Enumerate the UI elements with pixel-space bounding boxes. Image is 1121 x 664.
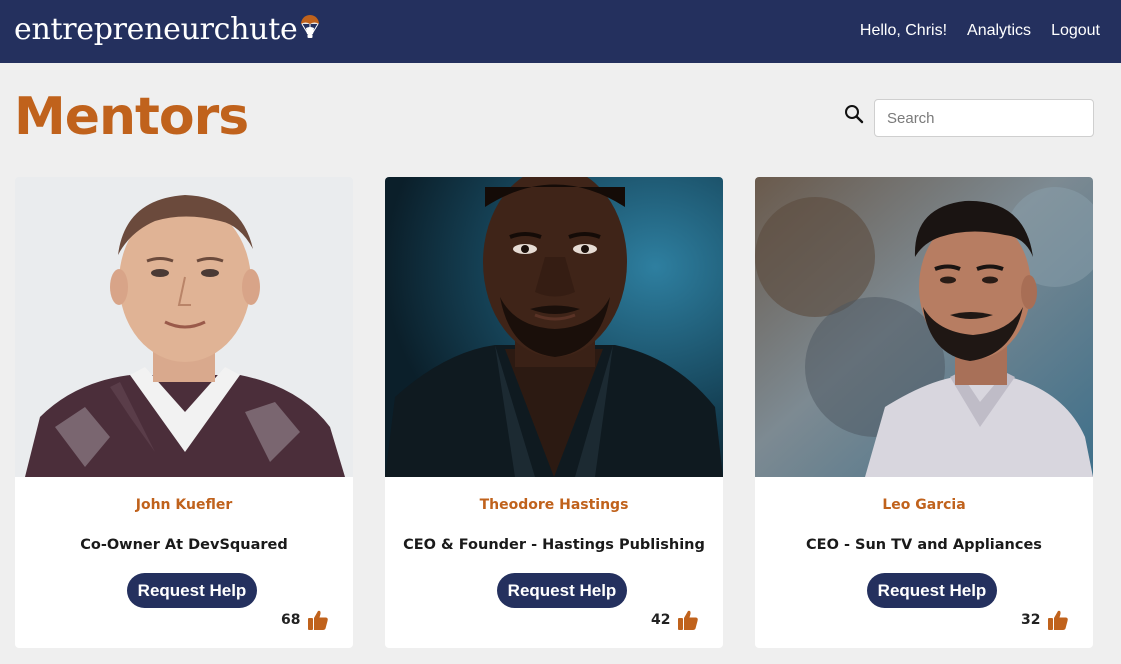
mentor-card: John Kuefler Co-Owner At DevSquared Requ…: [15, 177, 353, 648]
mentor-card-grid: John Kuefler Co-Owner At DevSquared Requ…: [15, 177, 1093, 649]
nav-links: Hello, Chris! Analytics Logout: [860, 20, 1100, 42]
nav-greeting[interactable]: Hello, Chris!: [860, 20, 947, 42]
request-help-button[interactable]: Request Help: [867, 573, 997, 608]
mentor-title: Co-Owner At DevSquared: [80, 537, 288, 553]
mentor-card: Theodore Hastings CEO & Founder - Hastin…: [385, 177, 723, 648]
top-navbar: entrepreneurchute Hello, Chris! Analytic…: [0, 0, 1121, 63]
nav-analytics-link[interactable]: Analytics: [967, 20, 1031, 42]
search-icon[interactable]: [844, 104, 864, 124]
like-count: 68: [281, 612, 301, 628]
request-help-button[interactable]: Request Help: [127, 573, 257, 608]
mentor-title: CEO & Founder - Hastings Publishing: [403, 537, 705, 553]
mentor-photo: [755, 177, 1093, 477]
brand-name: entrepreneurchute: [14, 12, 298, 47]
page-title: Mentors: [14, 87, 249, 147]
like-counter: 32: [1021, 609, 1069, 631]
mentor-card: Leo Garcia CEO - Sun TV and Appliances R…: [755, 177, 1093, 648]
thumbs-up-icon[interactable]: [307, 609, 329, 631]
mentor-name[interactable]: Theodore Hastings: [385, 495, 723, 515]
parachute-bulb-icon: [301, 15, 320, 38]
mentor-photo: [385, 177, 723, 477]
nav-logout-link[interactable]: Logout: [1051, 20, 1100, 42]
brand-logo-link[interactable]: entrepreneurchute: [14, 10, 320, 50]
like-counter: 42: [651, 609, 699, 631]
mentor-title: CEO - Sun TV and Appliances: [806, 537, 1042, 553]
mentor-photo: [15, 177, 353, 477]
request-help-button[interactable]: Request Help: [497, 573, 627, 608]
search-input[interactable]: [874, 99, 1094, 137]
thumbs-up-icon[interactable]: [677, 609, 699, 631]
like-counter: 68: [281, 609, 329, 631]
like-count: 32: [1021, 612, 1041, 628]
mentor-name[interactable]: John Kuefler: [15, 495, 353, 515]
thumbs-up-icon[interactable]: [1047, 609, 1069, 631]
mentor-name[interactable]: Leo Garcia: [755, 495, 1093, 515]
like-count: 42: [651, 612, 671, 628]
